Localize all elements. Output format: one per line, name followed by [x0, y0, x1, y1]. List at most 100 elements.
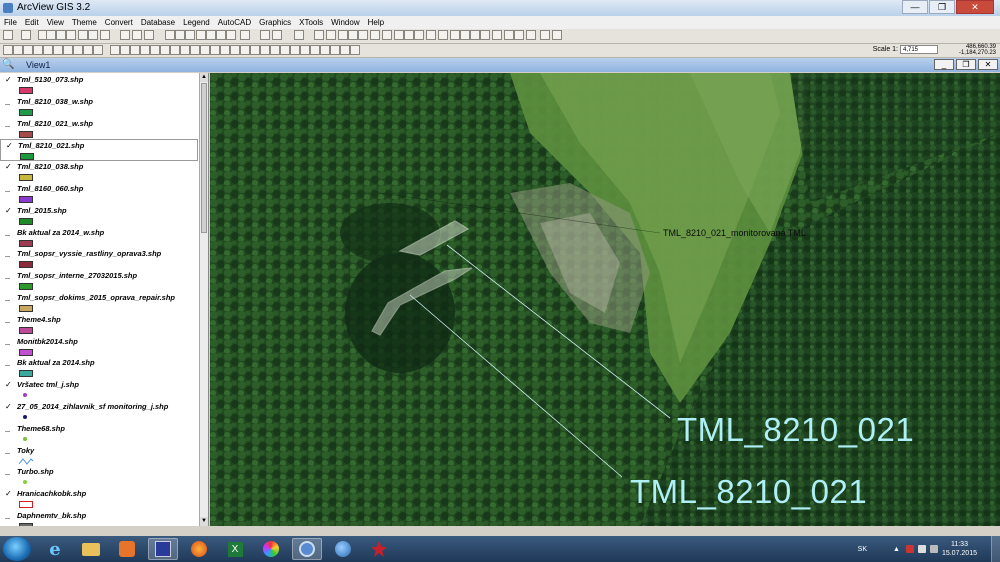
toolbar-button[interactable] — [260, 30, 270, 40]
language-indicator[interactable]: SK — [858, 546, 867, 553]
toc-layer-item[interactable]: Bk aktual za 2014_w.shp — [0, 227, 198, 249]
internet-explorer-icon[interactable]: e — [40, 538, 70, 560]
minimize-button[interactable]: — — [902, 0, 928, 14]
layer-visibility-checkbox[interactable] — [5, 512, 10, 519]
toolbar-button[interactable] — [358, 30, 368, 40]
firefox-icon[interactable] — [184, 538, 214, 560]
toolbar-button[interactable] — [132, 30, 142, 40]
toc-layer-item[interactable]: ✓ Tml_8210_038.shp — [0, 161, 198, 183]
toolbar-button[interactable] — [144, 30, 154, 40]
menu-view[interactable]: View — [43, 18, 68, 27]
toc-layer-item[interactable]: ✓ Tml_5130_073.shp — [0, 74, 198, 96]
layer-visibility-checkbox[interactable] — [5, 338, 10, 345]
tray-up-arrow-icon[interactable]: ▲ — [893, 546, 900, 553]
toolbar-button[interactable] — [175, 30, 185, 40]
layer-visibility-checkbox[interactable] — [5, 294, 10, 301]
layer-visibility-checkbox[interactable]: ✓ — [5, 381, 12, 389]
toolbar-button[interactable] — [206, 30, 216, 40]
toolbar-button[interactable] — [185, 30, 195, 40]
menu-autocad[interactable]: AutoCAD — [214, 18, 255, 27]
tool-button[interactable] — [290, 45, 300, 55]
toolbar-button[interactable] — [426, 30, 436, 40]
toc-layer-item[interactable]: Daphnemtv_bk.shp — [0, 510, 198, 526]
layer-visibility-checkbox[interactable]: ✓ — [5, 76, 12, 84]
tool-button[interactable] — [300, 45, 310, 55]
start-orb-icon[interactable] — [3, 537, 31, 561]
red-app-icon[interactable] — [364, 538, 394, 560]
tool-button[interactable] — [230, 45, 240, 55]
tool-button[interactable] — [73, 45, 83, 55]
tool-button[interactable] — [83, 45, 93, 55]
volume-icon[interactable] — [929, 545, 938, 553]
toolbar-button[interactable] — [216, 30, 226, 40]
arcview-icon[interactable] — [292, 538, 322, 560]
clock[interactable]: 11:33 15.07.2015 — [942, 540, 977, 558]
menu-graphics[interactable]: Graphics — [255, 18, 295, 27]
toolbar-button[interactable] — [404, 30, 414, 40]
toc-layer-item[interactable]: Tml_8160_060.shp — [0, 183, 198, 205]
menu-database[interactable]: Database — [137, 18, 179, 27]
toolbar-button[interactable] — [382, 30, 392, 40]
toc-scrollbar[interactable]: ▲ ▼ — [199, 73, 208, 526]
tool-button[interactable] — [280, 45, 290, 55]
view-close-button[interactable]: ✕ — [978, 59, 998, 70]
layer-visibility-checkbox[interactable] — [5, 316, 10, 323]
scroll-down-icon[interactable]: ▼ — [200, 517, 208, 526]
tool-button[interactable] — [23, 45, 33, 55]
toolbar-button[interactable] — [240, 30, 250, 40]
flag-icon[interactable] — [905, 545, 914, 553]
toolbar-button[interactable] — [21, 30, 31, 40]
layer-visibility-checkbox[interactable] — [5, 120, 10, 127]
toolbar-button[interactable] — [460, 30, 470, 40]
toolbar-button[interactable] — [66, 30, 76, 40]
menu-legend[interactable]: Legend — [179, 18, 214, 27]
tool-button[interactable] — [150, 45, 160, 55]
toolbar-button[interactable] — [540, 30, 550, 40]
tool-button[interactable] — [240, 45, 250, 55]
toc-layer-item[interactable]: Tml_8210_021_w.shp — [0, 118, 198, 140]
tool-button[interactable] — [140, 45, 150, 55]
menu-xtools[interactable]: XTools — [295, 18, 327, 27]
toolbar-button[interactable] — [314, 30, 324, 40]
toc-layer-item[interactable]: Turbo.shp — [0, 466, 198, 488]
google-earth-icon[interactable] — [328, 538, 358, 560]
toolbar-button[interactable] — [438, 30, 448, 40]
tool-button[interactable] — [110, 45, 120, 55]
toolbar-button[interactable] — [196, 30, 206, 40]
layer-visibility-checkbox[interactable] — [5, 272, 10, 280]
toolbar-button[interactable] — [56, 30, 66, 40]
toc-layer-item[interactable]: Tml_sopsr_interne_27032015.shp — [0, 270, 198, 292]
tool-button[interactable] — [250, 45, 260, 55]
toolbar-button[interactable] — [414, 30, 424, 40]
toc-layer-item[interactable]: ✓ Vršatec tml_j.shp — [0, 379, 198, 401]
toc-layer-item[interactable]: Tml_8210_038_w.shp — [0, 96, 198, 118]
toolbar-button[interactable] — [326, 30, 336, 40]
picasa-icon[interactable] — [256, 538, 286, 560]
map-display[interactable]: TML_8210_021_monitorovaná TML TML_8210_0… — [210, 73, 1000, 526]
toolbar-button[interactable] — [3, 30, 13, 40]
toolbar-button[interactable] — [100, 30, 110, 40]
tool-button[interactable] — [350, 45, 360, 55]
toolbar-button[interactable] — [514, 30, 524, 40]
toolbar-button[interactable] — [46, 30, 56, 40]
layer-visibility-checkbox[interactable]: ✓ — [5, 206, 12, 214]
toc-layer-item[interactable]: ✓ Tml_8210_021.shp — [0, 139, 198, 162]
toolbar-button[interactable] — [338, 30, 348, 40]
maximize-button[interactable]: ❐ — [929, 0, 955, 14]
tool-button[interactable] — [130, 45, 140, 55]
layer-visibility-checkbox[interactable] — [5, 250, 10, 258]
scroll-thumb[interactable] — [201, 83, 207, 233]
menu-convert[interactable]: Convert — [101, 18, 137, 27]
show-desktop-button[interactable] — [991, 536, 1000, 562]
tool-button[interactable] — [340, 45, 350, 55]
toc-layer-item[interactable]: Tml_sopsr_vyssie_rastliny_oprava3.shp — [0, 248, 198, 270]
network-icon[interactable] — [917, 545, 926, 553]
toolbar-button[interactable] — [165, 30, 175, 40]
tool-button[interactable] — [200, 45, 210, 55]
layer-visibility-checkbox[interactable] — [5, 359, 10, 367]
layer-visibility-checkbox[interactable]: ✓ — [5, 403, 12, 411]
layer-visibility-checkbox[interactable]: ✓ — [5, 163, 12, 171]
toolbar-button[interactable] — [120, 30, 130, 40]
excel-icon[interactable]: X — [220, 538, 250, 560]
layer-visibility-checkbox[interactable] — [5, 447, 10, 454]
